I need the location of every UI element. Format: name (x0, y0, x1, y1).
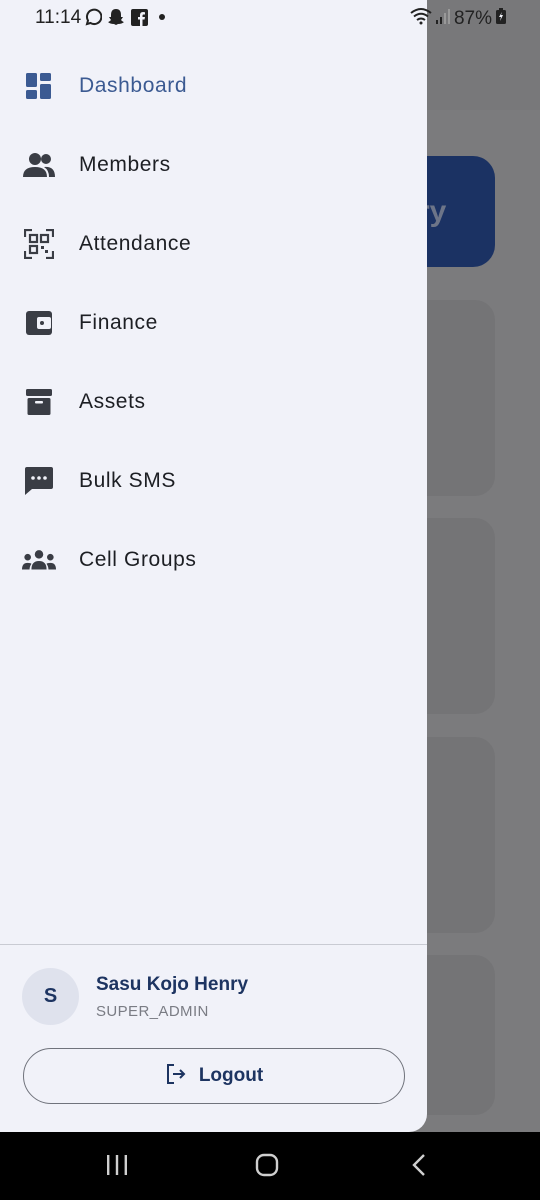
avatar-initial: S (43, 985, 58, 1007)
snapchat-icon (107, 8, 125, 26)
battery-percent: 87% (453, 8, 492, 29)
profile-text: Sasu Kojo Henry SUPER_ADMIN (96, 974, 248, 1020)
wifi-icon (410, 7, 432, 31)
avatar: S (22, 968, 79, 1025)
nav-item-cell-groups[interactable]: Cell Groups (0, 520, 427, 599)
home-button[interactable] (252, 1152, 282, 1182)
profile-role: SUPER_ADMIN (96, 1002, 209, 1020)
nav-item-members[interactable]: Members (0, 125, 427, 204)
navigation-drawer: Dashboard Members Attendance Finance Ass… (0, 0, 427, 1132)
system-status-icons: 87% (410, 7, 506, 31)
wallet-icon (22, 306, 56, 340)
home-icon (255, 1153, 279, 1182)
recent-apps-button[interactable] (102, 1152, 132, 1182)
nav-item-label: Bulk SMS (79, 468, 176, 492)
signal-icon (435, 8, 450, 30)
logout-label: Logout (198, 1065, 264, 1086)
nav-item-label: Cell Groups (79, 547, 197, 571)
back-icon (411, 1153, 427, 1182)
dashboard-icon (22, 69, 56, 103)
nav-item-attendance[interactable]: Attendance (0, 204, 427, 283)
nav-item-dashboard[interactable]: Dashboard (0, 46, 427, 125)
drawer-divider (0, 944, 427, 945)
nav-item-label: Finance (79, 310, 158, 334)
nav-item-label: Members (79, 152, 171, 176)
system-navigation-bar (0, 1132, 540, 1200)
qr-code-scan-icon (22, 227, 56, 261)
nav-item-finance[interactable]: Finance (0, 283, 427, 362)
logout-icon (165, 1063, 187, 1090)
nav-item-assets[interactable]: Assets (0, 362, 427, 441)
sms-icon (22, 464, 56, 498)
status-bar: 11:14 87% (0, 0, 540, 36)
whatsapp-icon (84, 8, 102, 26)
nav-item-label: Dashboard (79, 73, 188, 97)
profile-name: Sasu Kojo Henry (96, 973, 249, 995)
groups-icon (22, 543, 56, 577)
notification-icons (84, 8, 171, 26)
nav-item-label: Attendance (79, 231, 192, 255)
battery-charging-icon (496, 8, 506, 30)
nav-item-label: Assets (79, 389, 146, 413)
logout-button[interactable]: Logout (23, 1048, 405, 1104)
people-icon (22, 148, 56, 182)
status-time: 11:14 (35, 7, 82, 28)
user-profile: S Sasu Kojo Henry SUPER_ADMIN (22, 968, 248, 1025)
back-button[interactable] (404, 1152, 434, 1182)
dot-icon (153, 8, 171, 26)
recent-apps-icon (105, 1154, 129, 1181)
nav-list: Dashboard Members Attendance Finance Ass… (0, 46, 427, 599)
nav-item-bulk-sms[interactable]: Bulk SMS (0, 441, 427, 520)
archive-icon (22, 385, 56, 419)
facebook-icon (130, 8, 148, 26)
